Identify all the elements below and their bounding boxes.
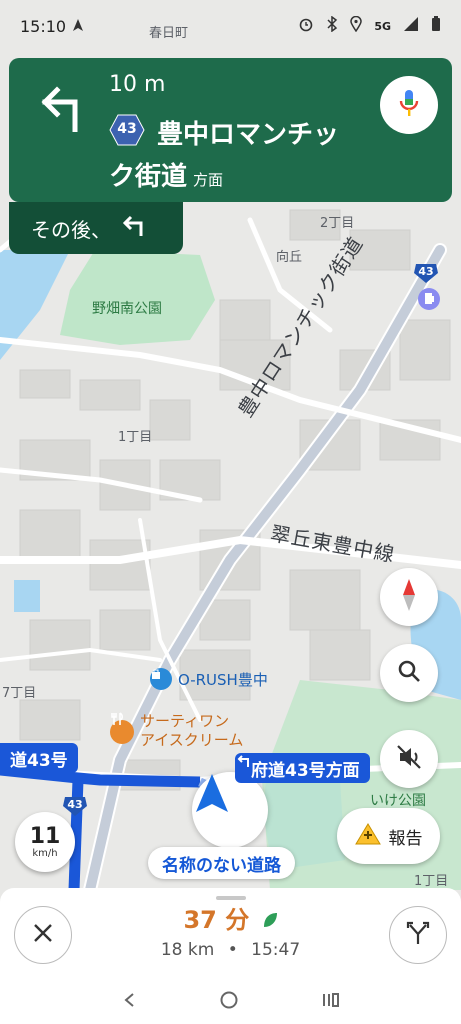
battery-icon [431, 16, 441, 36]
map-label-ike-park[interactable]: いけ公園 [370, 790, 426, 810]
gas-station-icon[interactable] [418, 288, 440, 310]
route-shield-43-lower-icon: 43 [62, 795, 88, 817]
map-label-7chome: 7丁目 [2, 686, 37, 701]
pool [14, 580, 40, 612]
poi-orush[interactable]: O-RUSH豊中 [150, 668, 268, 690]
eco-leaf-icon [262, 907, 278, 935]
home-icon[interactable] [219, 990, 239, 1014]
map-label-2chome: 2丁目 [320, 216, 355, 231]
search-along-route-button[interactable] [380, 644, 438, 702]
location-icon [350, 15, 363, 36]
navigation-instruction-card[interactable]: 10 m 43 豊中ロマンチッ ク街道 方面 [9, 58, 452, 202]
current-location-arrow-icon [192, 772, 268, 848]
trip-summary-sheet[interactable]: 37 分 18 km • 15:47 [0, 888, 461, 980]
bluetooth-icon [326, 15, 338, 36]
search-icon [397, 659, 421, 687]
map-label-1chome-b: 1丁目 [414, 874, 449, 889]
system-nav-bar [0, 980, 461, 1024]
alarm-icon [298, 16, 314, 36]
voice-search-button[interactable] [380, 76, 438, 134]
turn-distance: 10 m [109, 72, 166, 97]
back-icon[interactable] [122, 992, 136, 1012]
turn-left-icon [35, 84, 85, 136]
current-road-name: 名称のない道路 [148, 847, 295, 879]
speedometer: 11 km/h [15, 812, 75, 872]
map-label-park[interactable]: 野畑南公園 [92, 298, 162, 318]
status-time: 15:10 [20, 16, 67, 36]
direction-suffix: 方面 [193, 171, 224, 189]
mute-button[interactable] [380, 730, 438, 788]
fork-route-icon [405, 920, 431, 950]
route-shield-icon: 43 [109, 114, 145, 146]
sound-off-icon [396, 744, 422, 774]
route-tag-right[interactable]: 府道43号方面 [235, 753, 370, 783]
then-turn-left-icon [119, 214, 145, 243]
destination-line-1: 豊中ロマンチッ [157, 120, 340, 150]
route-shield-43-icon: 43 [413, 262, 439, 284]
restaurant-icon [110, 712, 134, 744]
warning-plus-icon [354, 822, 381, 851]
signal-icon [403, 16, 419, 36]
map-label-mukaioka: 向丘 [276, 250, 303, 265]
poi-31-icecream[interactable]: サーティワン アイスクリーム [110, 712, 243, 750]
report-button[interactable]: 報告 [337, 808, 440, 864]
status-bar: 15:10 5G [0, 0, 461, 52]
map-label-1chome: 1丁目 [118, 430, 153, 445]
network-type-label: 5G [374, 19, 391, 33]
navigation-status-icon [72, 17, 84, 36]
recents-icon[interactable] [322, 992, 340, 1012]
compass-icon [399, 577, 419, 617]
microphone-icon [398, 88, 420, 122]
compass-button[interactable] [380, 568, 438, 626]
route-tag-left[interactable]: 道43号 [0, 743, 78, 773]
alternate-routes-button[interactable] [389, 906, 447, 964]
shopping-bag-icon [150, 668, 172, 690]
then-instruction[interactable]: その後、 [9, 202, 183, 254]
destination-line-2: ク街道 方面 [109, 162, 224, 192]
